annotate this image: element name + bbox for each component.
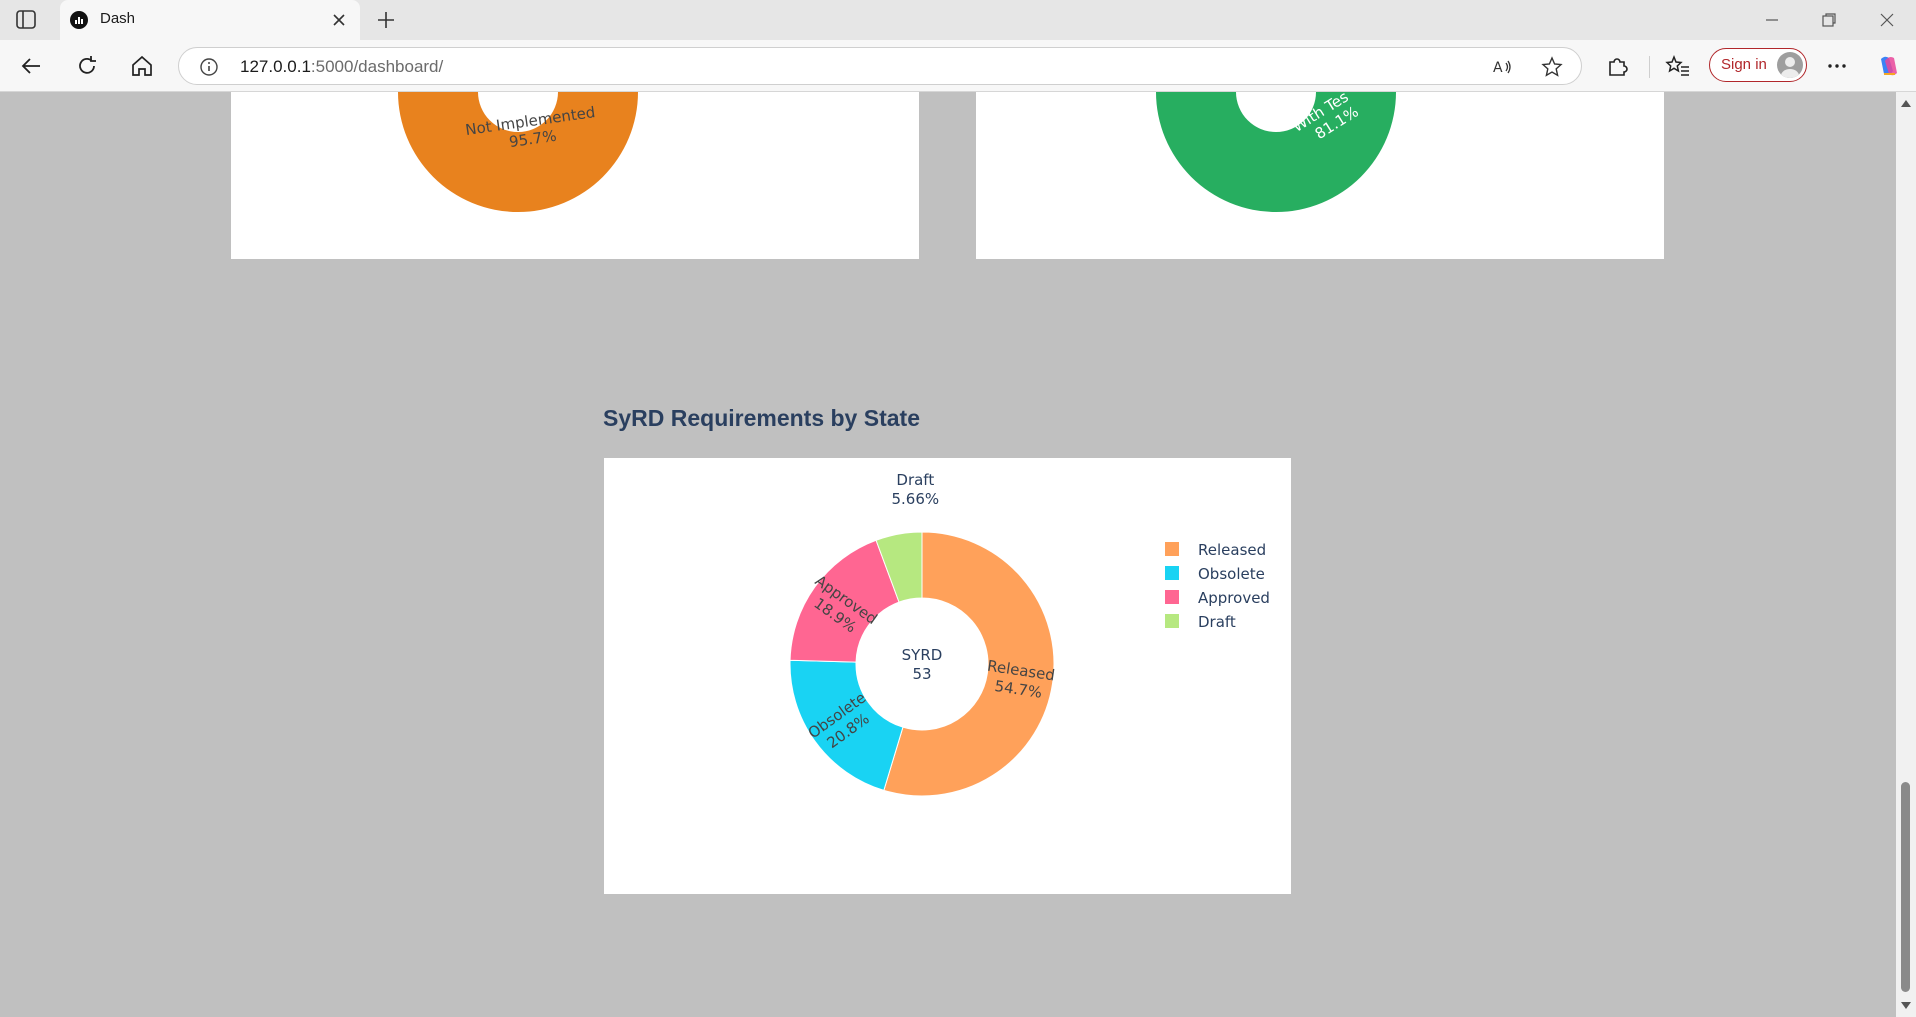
read-aloud-icon[interactable]: A xyxy=(1491,56,1513,78)
tab-strip: Dash xyxy=(0,0,1916,40)
legend-swatch-obsolete[interactable] xyxy=(1165,566,1179,580)
url-host: 127.0.0.1 xyxy=(240,57,311,76)
scroll-up-icon[interactable] xyxy=(1901,100,1911,107)
test-coverage-chart-card: With Tes 81.1% xyxy=(976,92,1664,259)
syrd-state-chart-card: Released 54.7% Obsolete 20.8% Approved 18.9% D… xyxy=(604,458,1291,894)
page-scrollbar[interactable] xyxy=(1896,92,1916,1017)
tab-actions-icon[interactable] xyxy=(14,9,40,31)
legend-label-obsolete[interactable]: Obsolete xyxy=(1198,565,1265,583)
close-window-icon[interactable] xyxy=(1877,10,1897,30)
url-text[interactable]: 127.0.0.1:5000/dashboard/ xyxy=(240,57,443,77)
legend-label-draft[interactable]: Draft xyxy=(1198,613,1236,631)
donut-center-label: SYRD xyxy=(902,646,943,664)
with-tests-slice xyxy=(1156,92,1396,212)
page-viewport: Not Implemented 95.7% With Tes 81.1% SyR… xyxy=(0,92,1896,1017)
copilot-icon[interactable] xyxy=(1876,53,1902,79)
legend-swatch-draft[interactable] xyxy=(1165,614,1179,628)
extensions-icon[interactable] xyxy=(1604,53,1630,79)
scrollbar-thumb[interactable] xyxy=(1901,782,1910,992)
implementation-chart-card: Not Implemented 95.7% xyxy=(231,92,919,259)
legend-label-approved[interactable]: Approved xyxy=(1198,589,1270,607)
section-title: SyRD Requirements by State xyxy=(603,405,920,431)
browser-toolbar: 127.0.0.1:5000/dashboard/ A Sign in xyxy=(0,40,1916,92)
dash-favicon-icon xyxy=(70,11,88,29)
legend-label-released[interactable]: Released xyxy=(1198,541,1266,559)
toolbar-divider xyxy=(1649,56,1650,78)
minimize-icon[interactable] xyxy=(1762,10,1782,30)
address-bar[interactable]: 127.0.0.1:5000/dashboard/ A xyxy=(178,47,1582,85)
sign-in-label: Sign in xyxy=(1721,56,1767,73)
sign-in-button[interactable]: Sign in xyxy=(1709,48,1807,82)
donut-center-value: 53 xyxy=(912,665,931,683)
slice-label-draft: Draft5.66% xyxy=(891,471,939,508)
site-info-icon[interactable] xyxy=(199,57,219,77)
avatar-icon xyxy=(1777,52,1803,78)
legend-swatch-approved[interactable] xyxy=(1165,590,1179,604)
active-tab[interactable]: Dash xyxy=(60,0,360,40)
close-tab-icon[interactable] xyxy=(330,11,348,29)
legend-swatch-released[interactable] xyxy=(1165,542,1179,556)
favorites-icon[interactable] xyxy=(1665,53,1691,79)
more-options-icon[interactable] xyxy=(1824,53,1850,79)
slice-percent-draft: 5.66% xyxy=(891,490,939,508)
scroll-down-icon[interactable] xyxy=(1901,1002,1911,1009)
syrd-donut-chart: Released54.7%Obsolete20.8%Approved18.9%D… xyxy=(789,471,1270,797)
reload-icon[interactable] xyxy=(74,53,100,79)
svg-text:A: A xyxy=(1493,60,1503,76)
restore-icon[interactable] xyxy=(1819,10,1839,30)
slice-name-draft: Draft xyxy=(896,471,934,489)
new-tab-icon[interactable] xyxy=(375,9,397,31)
tab-title: Dash xyxy=(100,10,136,27)
url-path: :5000/dashboard/ xyxy=(310,57,444,76)
not-implemented-slice xyxy=(398,92,638,212)
home-icon[interactable] xyxy=(129,53,155,79)
back-icon[interactable] xyxy=(19,53,45,79)
favorite-star-icon[interactable] xyxy=(1541,56,1563,78)
